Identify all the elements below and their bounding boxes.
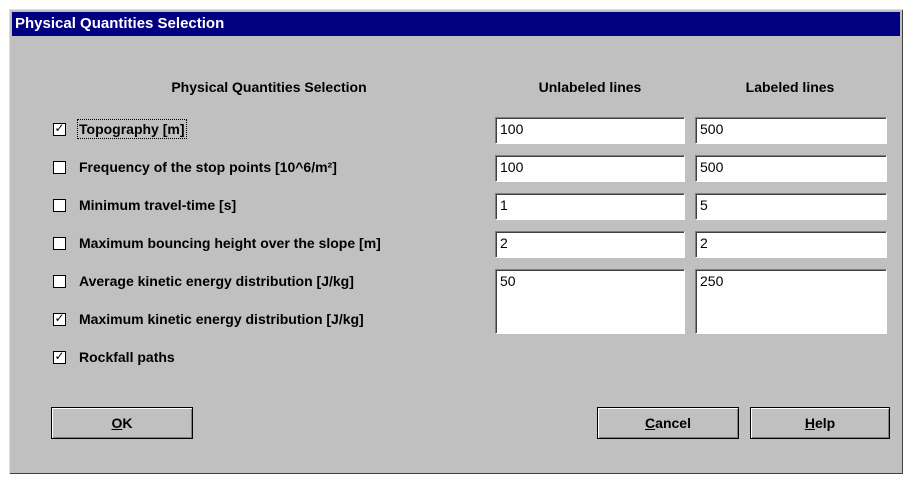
dialog-window: Physical Quantities Selection Physical Q…: [9, 9, 903, 474]
checkbox-rockfall-paths[interactable]: ✓: [53, 350, 66, 364]
help-button[interactable]: Help: [750, 407, 890, 439]
header-labeled-lines: Labeled lines: [745, 79, 835, 95]
help-label-rest: elp: [814, 415, 836, 431]
label-topography: Topography [m]: [77, 119, 187, 139]
row-avg-kinetic-energy[interactable]: Average kinetic energy distribution [J/k…: [53, 271, 354, 291]
input-stop-frequency-unlabeled[interactable]: 100: [495, 155, 685, 182]
input-stop-frequency-labeled[interactable]: 500: [695, 155, 887, 182]
cancel-label-rest: ancel: [655, 415, 691, 431]
input-topography-unlabeled[interactable]: 100: [495, 117, 685, 144]
row-topography[interactable]: ✓ Topography [m]: [53, 119, 187, 139]
input-max-bouncing-height-labeled[interactable]: 2: [695, 231, 887, 258]
ok-button[interactable]: OK: [51, 407, 193, 439]
title-bar[interactable]: Physical Quantities Selection: [12, 12, 900, 36]
cancel-button[interactable]: Cancel: [597, 407, 739, 439]
label-avg-kinetic-energy: Average kinetic energy distribution [J/k…: [79, 273, 354, 289]
checkbox-max-bouncing-height[interactable]: [53, 236, 66, 250]
help-mnemonic: H: [804, 415, 815, 431]
label-max-kinetic-energy: Maximum kinetic energy distribution [J/k…: [79, 311, 364, 327]
input-min-travel-time-unlabeled[interactable]: 1: [495, 193, 685, 220]
header-unlabeled-lines: Unlabeled lines: [538, 79, 642, 95]
row-stop-frequency[interactable]: Frequency of the stop points [10^6/m²]: [53, 157, 337, 177]
input-kinetic-energy-unlabeled[interactable]: 50: [495, 269, 685, 334]
checkbox-stop-frequency[interactable]: [53, 160, 66, 174]
label-max-bouncing-height: Maximum bouncing height over the slope […: [79, 235, 381, 251]
ok-mnemonic: O: [111, 415, 123, 431]
checkbox-avg-kinetic-energy[interactable]: [53, 274, 66, 288]
checkbox-max-kinetic-energy[interactable]: ✓: [53, 312, 66, 326]
row-rockfall-paths[interactable]: ✓ Rockfall paths: [53, 347, 175, 367]
checkbox-min-travel-time[interactable]: [53, 198, 66, 212]
header-quantities: Physical Quantities Selection: [171, 79, 367, 95]
cancel-mnemonic: C: [645, 415, 656, 431]
input-min-travel-time-labeled[interactable]: 5: [695, 193, 887, 220]
label-stop-frequency: Frequency of the stop points [10^6/m²]: [79, 159, 337, 175]
row-max-bouncing-height[interactable]: Maximum bouncing height over the slope […: [53, 233, 381, 253]
input-topography-labeled[interactable]: 500: [695, 117, 887, 144]
input-kinetic-energy-labeled[interactable]: 250: [695, 269, 887, 334]
row-max-kinetic-energy[interactable]: ✓ Maximum kinetic energy distribution [J…: [53, 309, 364, 329]
label-min-travel-time: Minimum travel-time [s]: [79, 197, 237, 213]
label-rockfall-paths: Rockfall paths: [79, 349, 175, 365]
row-min-travel-time[interactable]: Minimum travel-time [s]: [53, 195, 236, 215]
checkbox-topography[interactable]: ✓: [53, 122, 66, 136]
window-title: Physical Quantities Selection: [15, 15, 225, 32]
input-max-bouncing-height-unlabeled[interactable]: 2: [495, 231, 685, 258]
ok-label-rest: K: [122, 415, 133, 431]
